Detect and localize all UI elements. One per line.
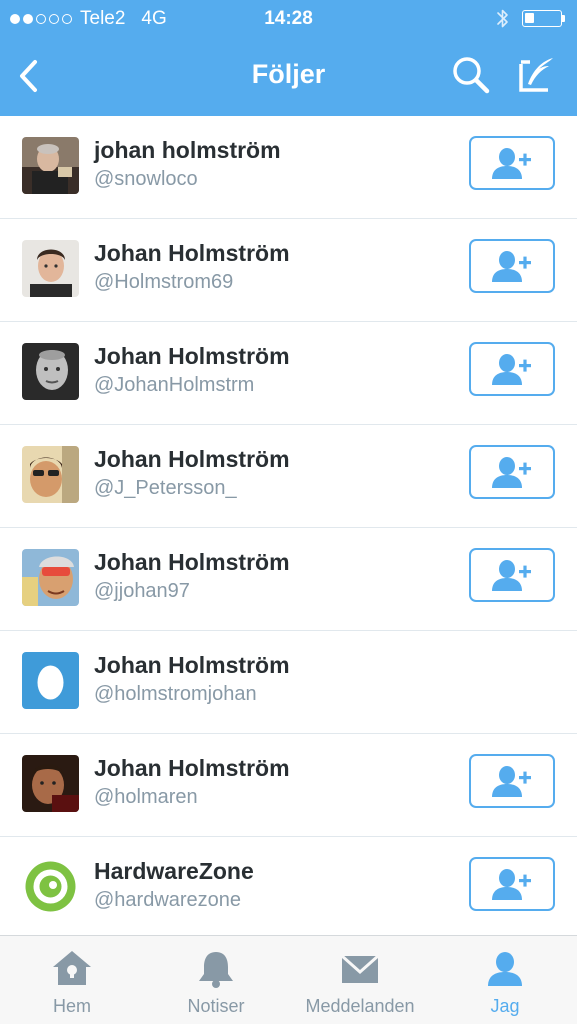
user-row[interactable]: Johan Holmström @jjohan97 [0,528,577,631]
battery-tip [562,15,565,22]
follow-button[interactable] [469,136,555,190]
user-handle: @jjohan97 [94,580,190,602]
user-handle: @holmaren [94,786,198,808]
avatar[interactable] [22,755,79,812]
tab-label: Hem [52,996,91,1016]
tab-notiser[interactable]: Notiser [156,936,276,1025]
follow-button[interactable] [469,342,555,396]
follow-button[interactable] [469,857,555,911]
tab-bar: Hem Notiser Meddelanden Jag [0,935,577,1024]
top-bar: Tele2 4G 14:28 Följer [0,0,577,116]
avatar[interactable] [22,446,79,503]
home-icon [53,951,91,985]
user-handle: @JohanHolmstrm [94,374,255,396]
add-user-icon [492,766,531,797]
bell-icon [199,952,233,988]
tab-label: Notiser [187,996,245,1016]
tab-label: Meddelanden [305,996,415,1016]
user-display-name: Johan Holmström [94,446,290,472]
avatar[interactable] [22,240,79,297]
user-display-name: Johan Holmström [94,755,290,781]
avatar[interactable] [22,549,79,606]
user-display-name: Johan Holmström [94,240,290,266]
status-bar: Tele2 4G 14:28 [0,0,577,38]
user-display-name: Johan Holmström [94,343,290,369]
avatar-logo[interactable] [22,858,79,915]
compose-tweet-button[interactable] [516,54,558,96]
tab-meddelanden[interactable]: Meddelanden [294,936,426,1025]
follow-button[interactable] [469,548,555,602]
user-row[interactable]: Johan Holmström @J_Petersson_ [0,425,577,528]
avatar[interactable] [22,137,79,194]
user-display-name: HardwareZone [94,858,254,884]
battery-level [525,13,534,23]
follow-button[interactable] [469,239,555,293]
user-handle: @Holmstrom69 [94,271,234,293]
user-row[interactable]: Johan Holmström @Holmstrom69 [0,219,577,322]
user-display-name: Johan Holmström [94,652,290,678]
battery-icon [522,10,562,27]
default-avatar-egg-icon[interactable] [22,652,79,709]
add-user-icon [492,869,531,900]
user-row[interactable]: johan holmström @snowloco [0,116,577,219]
search-button[interactable] [450,54,492,96]
user-row[interactable]: HardwareZone @hardwarezone [0,837,577,940]
user-handle: @J_Petersson_ [94,477,237,499]
user-handle: @hardwarezone [94,889,242,911]
add-user-icon [492,251,531,282]
following-list: johan holmström @snowloco Johan Holmström @… [0,116,577,940]
user-display-name: johan holmström [94,137,281,163]
add-user-icon [492,560,531,591]
user-handle: @holmstromjohan [94,683,257,705]
tab-hem[interactable]: Hem [12,936,132,1025]
status-time: 14:28 [264,8,313,29]
tab-jag[interactable]: Jag [446,936,564,1025]
add-user-icon [492,457,531,488]
tab-label: Jag [490,996,520,1016]
user-display-name: Johan Holmström [94,549,290,575]
avatar[interactable] [22,343,79,400]
follow-button[interactable] [469,445,555,499]
follow-button[interactable] [469,754,555,808]
bluetooth-icon [497,9,508,28]
user-row[interactable]: Johan Holmström @holmaren [0,734,577,837]
person-icon [488,952,522,986]
envelope-icon [341,954,379,983]
add-user-icon [492,148,531,179]
user-handle: @snowloco [94,168,198,190]
user-row[interactable]: Johan Holmström @holmstromjohan [0,631,577,734]
user-row[interactable]: Johan Holmström @JohanHolmstrm [0,322,577,425]
add-user-icon [492,354,531,385]
